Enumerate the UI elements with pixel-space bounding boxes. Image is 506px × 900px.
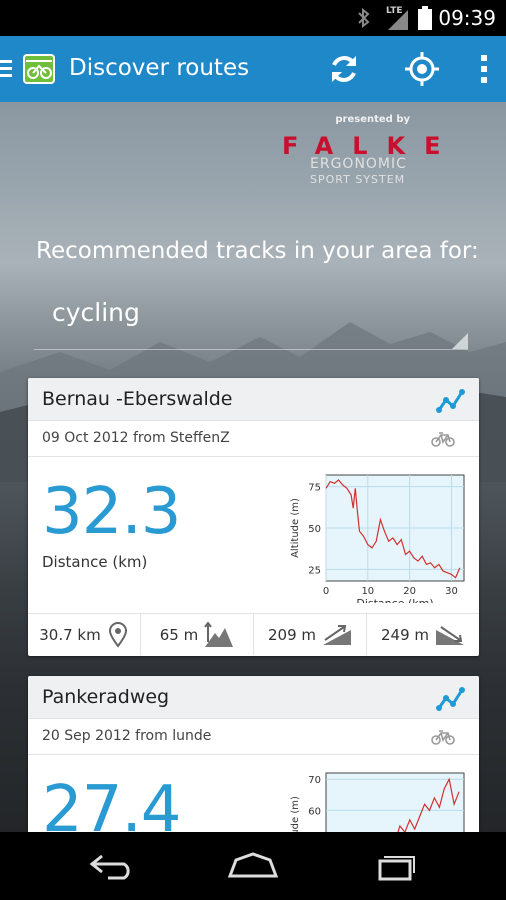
page-title: Discover routes: [69, 55, 250, 81]
y-tick-label: 60: [308, 806, 321, 817]
stat-length: 30.7 km: [28, 614, 141, 655]
signal-icon: [388, 10, 408, 30]
refresh-icon: [332, 56, 356, 82]
max-altitude-value: 65 m: [159, 625, 199, 644]
sponsor-line2: SPORT SYSTEM: [310, 173, 406, 186]
sponsor-presented-by: presented by: [335, 114, 410, 125]
menu-drawer-button[interactable]: [0, 36, 64, 102]
x-tick-label: 30: [445, 586, 458, 597]
ascent-icon: [323, 624, 351, 645]
chart-plot-area: [325, 772, 465, 832]
length-value: 30.7 km: [39, 625, 101, 644]
gps-target-icon: [405, 52, 439, 86]
back-button[interactable]: [62, 832, 162, 900]
card-header: Bernau -Eberswalde: [28, 378, 479, 421]
card-header: Pankeradweg: [28, 676, 479, 719]
route-card[interactable]: Bernau -Eberswalde 09 Oct 2012 from Stef…: [28, 378, 479, 656]
y-axis-label: Altitude (m): [290, 498, 301, 558]
descent-value: 249 m: [380, 625, 429, 644]
menu-icon: [0, 60, 12, 77]
status-bar: LTE 09:39: [0, 0, 506, 36]
sponsor-line1: ERGONOMIC: [310, 156, 407, 172]
ascent-value: 209 m: [267, 625, 316, 644]
y-tick-label: 70: [308, 775, 321, 786]
card-body: 32.3 Distance (km) 25 50 75 0 10 20 30 Altitude…: [28, 457, 479, 613]
y-tick-label: 75: [308, 483, 321, 494]
route-icon[interactable]: [435, 682, 467, 714]
route-title: Pankeradweg: [42, 686, 170, 708]
locate-button[interactable]: [396, 36, 448, 102]
home-button[interactable]: [203, 832, 303, 900]
x-tick-label: 0: [323, 586, 329, 597]
route-date-author: 09 Oct 2012 from SteffenZ: [42, 430, 230, 446]
route-icon[interactable]: [435, 384, 467, 416]
y-axis-label: Altitude (m): [290, 796, 301, 832]
card-subheader: 09 Oct 2012 from SteffenZ: [28, 421, 479, 457]
more-vertical-icon: [481, 55, 487, 83]
recents-icon: [378, 856, 415, 881]
recommended-heading: Recommended tracks in your area for:: [36, 238, 479, 264]
activity-value: cycling: [52, 298, 140, 327]
stat-max-altitude: 65 m: [141, 614, 254, 655]
spinner-arrow-icon: [452, 333, 468, 349]
card-body: 27.4 40506070Altitude (m): [28, 755, 479, 832]
x-tick-label: 10: [361, 586, 374, 597]
distance-label: Distance (km): [42, 553, 148, 571]
route-card[interactable]: Pankeradweg 20 Sep 2012 from lunde 27.4 …: [28, 676, 479, 832]
bike-icon: [431, 432, 455, 447]
stat-descent: 249 m: [367, 614, 479, 655]
y-tick-label: 25: [308, 565, 321, 576]
bike-icon: [431, 730, 455, 745]
route-title: Bernau -Eberswalde: [42, 388, 233, 410]
action-bar: Discover routes: [0, 36, 506, 102]
home-icon: [227, 852, 279, 878]
activity-spinner[interactable]: cycling: [34, 298, 468, 350]
recents-button[interactable]: [344, 832, 444, 900]
card-subheader: 20 Sep 2012 from lunde: [28, 719, 479, 755]
route-stats: 30.7 km 65 m 209 m 249 m: [28, 613, 479, 655]
route-distance: 27.4: [42, 773, 181, 832]
descent-icon: [436, 625, 464, 645]
x-tick-label: 20: [403, 586, 416, 597]
discover-content[interactable]: presented by FALKE ERGONOMIC SPORT SYSTE…: [0, 102, 506, 832]
app-logo-icon: [23, 54, 55, 84]
x-axis-label: Distance (km): [356, 597, 433, 603]
altitude-chart: 25 50 75 0 10 20 30 Altitude (m) Distance (km): [290, 474, 465, 603]
route-date-author: 20 Sep 2012 from lunde: [42, 728, 212, 744]
altitude-chart: 40506070Altitude (m): [290, 772, 465, 832]
battery-icon: [418, 6, 432, 30]
location-pin-icon: [108, 621, 127, 648]
bluetooth-icon: [358, 8, 370, 28]
mountain-peak-icon: [204, 621, 234, 647]
back-icon: [89, 854, 130, 880]
refresh-button[interactable]: [318, 36, 370, 102]
overflow-menu-button[interactable]: [466, 36, 502, 102]
route-distance: 32.3: [42, 475, 181, 549]
y-tick-label: 50: [308, 524, 321, 535]
system-nav-bar: [0, 832, 506, 900]
clock: 09:39: [438, 6, 496, 30]
stat-ascent: 209 m: [254, 614, 367, 655]
